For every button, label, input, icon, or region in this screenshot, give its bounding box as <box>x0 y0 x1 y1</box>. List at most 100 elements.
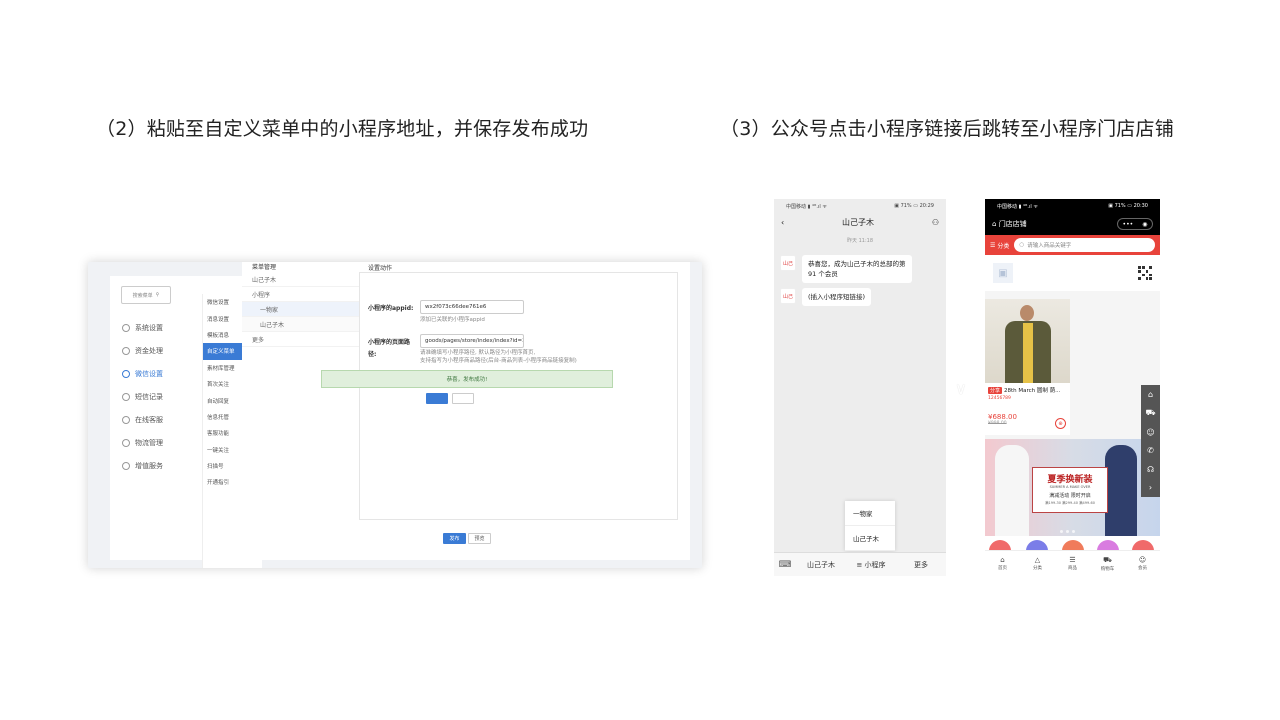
page-path-field[interactable]: goods/pages/store/index/index?id=30 <box>420 334 524 348</box>
nav-item-wechat[interactable]: 微信设置 <box>120 362 182 385</box>
form-title: 设置动作 <box>368 265 393 272</box>
category-circle-icon[interactable] <box>1097 540 1119 550</box>
message-line: 恭喜您，成为山己子木的总部的第 <box>808 260 906 268</box>
headset-icon[interactable]: ☊ <box>1147 465 1154 474</box>
store-logo-placeholder-icon: ▣ <box>993 263 1013 283</box>
status-bar: 中国移动 ▮ ⁴ᴳ.ıl ᯤ ▣ 71% ▭ 20:30 <box>985 199 1160 213</box>
wechat-icon <box>122 369 130 378</box>
status-battery-time: ▣ 71% ▭ 20:29 <box>894 203 934 209</box>
category-circle-icon[interactable] <box>989 540 1011 550</box>
chat-phone-screenshot: 中国移动 ▮ ⁴ᴳ.ıl ᯤ ▣ 71% ▭ 20:29 ‹ 山己子木 ⚇ 昨天… <box>774 199 946 576</box>
phone-icon[interactable]: ✆ <box>1147 446 1154 455</box>
appid-label: 小程序的appid: <box>368 305 414 312</box>
category-circle-icon[interactable] <box>1132 540 1154 550</box>
avatar: 山己 <box>780 255 796 271</box>
chat-menu-bar: ⌨ 山己子木 ≡ 小程序 更多 <box>774 552 946 576</box>
menu-tab-shanji[interactable]: 山己子木 <box>796 560 846 570</box>
tab-goods[interactable]: ☰ 商品 <box>1055 551 1090 576</box>
tab-cart[interactable]: ⛟ 购物车 <box>1090 551 1125 576</box>
cart-icon[interactable]: ⛟ <box>1145 408 1155 418</box>
search-icon: ○ <box>1019 242 1025 248</box>
menu-tree: 菜单管理 山己子木 小程序 一物家 山己子木 更多 <box>242 264 360 520</box>
nav-item-addons[interactable]: 增值服务 <box>120 454 182 477</box>
back-icon[interactable]: ‹ <box>781 218 784 227</box>
nav-item-funds[interactable]: 资金处理 <box>120 339 182 362</box>
list-icon: ☰ <box>990 241 996 249</box>
form-save-button[interactable] <box>426 393 448 404</box>
product-card[interactable]: 分享 28th March 圆制 荫... 12456789 ¥688.00 ¥… <box>985 299 1070 435</box>
banner-model-image <box>995 445 1029 536</box>
message-line: 91 个会员 <box>808 270 838 278</box>
menu-tab-miniprogram[interactable]: ≡ 小程序 <box>846 560 896 570</box>
promo-banner[interactable]: 夏季换新装 SUMMER A MAKE OVER 满减活动 限时开启 满199-… <box>985 439 1160 536</box>
category-circle-icon[interactable] <box>1062 540 1084 550</box>
chevron-right-icon[interactable]: › <box>1149 483 1152 492</box>
tab-label: 分类 <box>1033 566 1042 571</box>
more-icon[interactable]: ••• <box>1123 221 1134 228</box>
preview-button[interactable]: 预览 <box>468 533 491 544</box>
carousel-dots <box>1060 530 1075 533</box>
status-bar: 中国移动 ▮ ⁴ᴳ.ıl ᯤ ▣ 71% ▭ 20:29 <box>774 199 946 213</box>
menu-node[interactable]: 山己子木 <box>242 272 359 287</box>
capsule-button[interactable]: ••• ◉ <box>1117 218 1153 230</box>
tab-label: 会员 <box>1138 566 1147 571</box>
search-placeholder: 请输入商品关键字 <box>1027 243 1072 249</box>
menu-item-yiwujia[interactable]: 一物家 <box>845 501 895 526</box>
product-image <box>985 299 1070 383</box>
nav-item-system[interactable]: 系统设置 <box>120 316 182 339</box>
message-bubble-link[interactable]: (插入小程序短链接) <box>802 288 872 306</box>
menu-item-shanji[interactable]: 山己子木 <box>845 526 895 551</box>
nav-item-label: 系统设置 <box>135 323 163 332</box>
menu-node-child[interactable]: 一物家 <box>242 302 359 317</box>
nav-item-logistics[interactable]: 物流管理 <box>120 431 182 454</box>
chat-message: 山己 (插入小程序短链接) <box>780 288 872 306</box>
store-header: ⌂ 门店店铺 ••• ◉ <box>985 213 1160 235</box>
plus-box-icon <box>122 461 130 470</box>
menu-node[interactable]: 更多 <box>242 332 359 347</box>
banner-model-image <box>1105 445 1137 536</box>
close-circle-icon[interactable]: ◉ <box>1142 221 1147 228</box>
chat-title: 山己子木 <box>842 217 875 227</box>
tab-home[interactable]: ⌂ 首页 <box>985 551 1020 576</box>
floating-toolbar: ⌂ ⛟ ☺ ✆ ☊ › <box>1141 385 1160 497</box>
tab-member[interactable]: ☺ 会员 <box>1125 551 1160 576</box>
menu-node[interactable]: 小程序 <box>242 287 359 302</box>
category-circle-icon[interactable] <box>1026 540 1048 550</box>
product-tag: 分享 <box>988 386 1003 394</box>
nav-item-label: 短信记录 <box>135 392 163 401</box>
chat-message: 山己 恭喜您，成为山己子木的总部的第 91 个会员 <box>780 255 912 283</box>
status-carrier: 中国移动 ▮ ⁴ᴳ.ıl ᯤ <box>786 203 827 210</box>
banner-title: 夏季换新装 <box>1047 475 1093 485</box>
store-title-wrap: ⌂ 门店店铺 <box>992 219 1027 229</box>
avatar: 山己 <box>780 288 796 304</box>
home-icon[interactable]: ⌂ <box>992 220 996 228</box>
search-icon: ⚲ <box>155 292 160 298</box>
user-icon[interactable]: ☺ <box>1146 428 1154 437</box>
status-battery-time: ▣ 71% ▭ 20:30 <box>1108 203 1148 209</box>
nav-item-service[interactable]: 在线客服 <box>120 408 182 431</box>
menu-search-input[interactable]: 搜索菜单 ⚲ <box>121 286 171 304</box>
form-cancel-button[interactable] <box>452 393 474 404</box>
nav-item-sms[interactable]: 短信记录 <box>120 385 182 408</box>
appid-field[interactable]: wx2f073c66dee761e6 <box>420 300 524 314</box>
home-icon: ⌂ <box>1000 556 1005 564</box>
qr-code-icon[interactable] <box>1138 266 1152 280</box>
product-search-input[interactable]: ○ 请输入商品关键字 <box>1014 238 1155 252</box>
menu-node-child[interactable]: 山己子木 <box>242 317 359 332</box>
nav-item-label: 微信设置 <box>135 369 163 378</box>
cart-icon: ⛟ <box>1103 555 1112 564</box>
keyboard-icon[interactable]: ⌨ <box>774 560 796 570</box>
add-cart-icon[interactable]: ⊕ <box>1055 418 1066 429</box>
admin-primary-nav: 系统设置 资金处理 微信设置 短信记录 在线客服 物流管理 增值服务 <box>120 316 182 477</box>
publish-button[interactable]: 发布 <box>443 533 466 544</box>
tab-category[interactable]: △ 分类 <box>1020 551 1055 576</box>
admin-main-panel: 菜单管理 山己子木 小程序 一物家 山己子木 更多 设置动作 小程序的appid… <box>242 262 690 560</box>
store-info-strip: ▣ <box>985 255 1160 291</box>
mini-program-menu: 一物家 山己子木 <box>845 501 895 551</box>
category-button[interactable]: ☰ 分类 <box>990 241 1009 250</box>
home-icon[interactable]: ⌂ <box>1148 390 1153 399</box>
banner-detail: 满199-30 满299-40 满499-60 <box>1045 501 1095 505</box>
menu-tab-more[interactable]: 更多 <box>896 560 946 570</box>
coin-icon <box>122 346 130 355</box>
user-icon[interactable]: ⚇ <box>932 218 939 227</box>
